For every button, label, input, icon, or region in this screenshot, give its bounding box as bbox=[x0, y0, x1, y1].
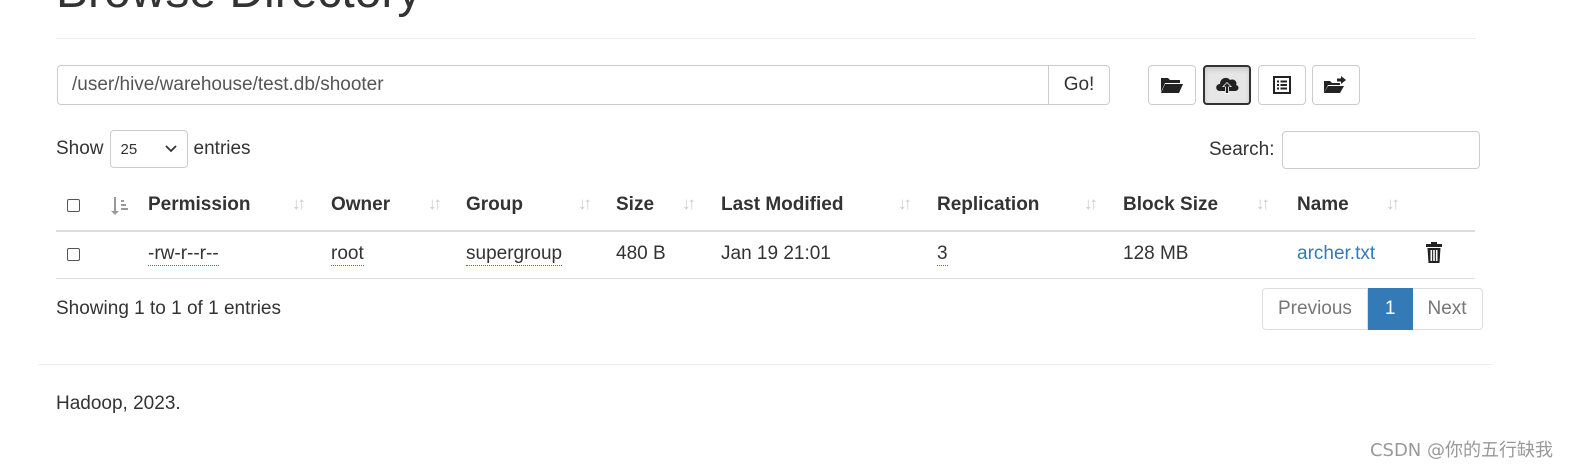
show-label: Show bbox=[56, 138, 104, 159]
entries-per-page-value: 25 bbox=[120, 140, 138, 158]
entries-per-page-select[interactable]: 25 bbox=[109, 130, 188, 168]
pagination: Previous 1 Next bbox=[1262, 288, 1483, 330]
search-input[interactable] bbox=[1282, 131, 1481, 169]
select-all-checkbox[interactable] bbox=[67, 199, 80, 212]
title-divider bbox=[56, 38, 1476, 39]
folder-move-icon bbox=[1324, 76, 1346, 93]
folder-open-icon bbox=[1161, 78, 1183, 93]
cell-block-size: 128 MB bbox=[1123, 243, 1189, 264]
footer-divider bbox=[38, 364, 1493, 365]
column-header-permission[interactable]: Permission bbox=[148, 194, 250, 216]
watermark: CSDN @你的五行缺我 bbox=[1369, 440, 1553, 461]
cell-last-modified: Jan 19 21:01 bbox=[721, 243, 831, 264]
cut-button[interactable] bbox=[1258, 65, 1306, 105]
cloud-upload-icon bbox=[1216, 77, 1239, 94]
row-select-checkbox[interactable] bbox=[67, 248, 80, 261]
column-header-size[interactable]: Size bbox=[616, 194, 654, 216]
sort-icon[interactable]: ↓↑ bbox=[682, 194, 696, 214]
sort-icon[interactable]: ↓↑ bbox=[1386, 194, 1400, 214]
cell-group[interactable]: supergroup bbox=[466, 243, 563, 266]
upload-button[interactable] bbox=[1203, 65, 1251, 105]
path-bar: Go! bbox=[57, 65, 1110, 105]
directory-path-input[interactable] bbox=[57, 65, 1049, 105]
entries-length-control: Show 25 entries bbox=[56, 130, 251, 168]
table-row: -rw-r--r-- root supergroup 480 B Jan 19 … bbox=[56, 232, 1475, 279]
go-button[interactable]: Go! bbox=[1049, 65, 1110, 105]
footer-text: Hadoop, 2023. bbox=[56, 393, 181, 414]
create-directory-button[interactable] bbox=[1148, 65, 1196, 105]
column-header-replication[interactable]: Replication bbox=[937, 194, 1039, 216]
table-search: Search: bbox=[1209, 131, 1481, 169]
page-1-button[interactable]: 1 bbox=[1367, 288, 1413, 330]
paste-button[interactable] bbox=[1312, 65, 1360, 105]
page-title: Browse Directory bbox=[56, 0, 421, 16]
next-page-button[interactable]: Next bbox=[1412, 288, 1483, 330]
cell-owner[interactable]: root bbox=[331, 243, 364, 266]
list-alt-icon bbox=[1273, 76, 1291, 94]
search-label: Search: bbox=[1209, 139, 1275, 160]
previous-page-button[interactable]: Previous bbox=[1262, 288, 1368, 330]
sort-icon[interactable]: ↓↑ bbox=[428, 194, 442, 214]
cell-size: 480 B bbox=[616, 243, 666, 264]
sort-icon[interactable]: ↓↑ bbox=[292, 194, 306, 214]
column-header-block-size[interactable]: Block Size bbox=[1123, 194, 1218, 216]
column-header-name[interactable]: Name bbox=[1297, 194, 1349, 216]
chevron-down-icon bbox=[164, 145, 177, 153]
table-header: Permission ↓↑ Owner ↓↑ Group ↓↑ Size ↓↑ … bbox=[56, 186, 1475, 232]
cell-name-link[interactable]: archer.txt bbox=[1297, 243, 1375, 265]
column-header-group[interactable]: Group bbox=[466, 194, 523, 216]
column-header-owner[interactable]: Owner bbox=[331, 194, 390, 216]
sort-icon[interactable]: ↓↑ bbox=[1256, 194, 1270, 214]
sort-icon[interactable]: ↓↑ bbox=[898, 194, 912, 214]
cell-replication[interactable]: 3 bbox=[937, 243, 948, 266]
sort-icon[interactable]: ↓↑ bbox=[1084, 194, 1098, 214]
column-header-last-modified[interactable]: Last Modified bbox=[721, 194, 843, 216]
sort-amount-icon[interactable] bbox=[110, 196, 128, 216]
trash-icon[interactable] bbox=[1425, 242, 1443, 263]
cell-permission[interactable]: -rw-r--r-- bbox=[148, 243, 219, 266]
entries-label: entries bbox=[193, 138, 251, 159]
table-info: Showing 1 to 1 of 1 entries bbox=[56, 298, 281, 319]
sort-icon[interactable]: ↓↑ bbox=[578, 194, 592, 214]
